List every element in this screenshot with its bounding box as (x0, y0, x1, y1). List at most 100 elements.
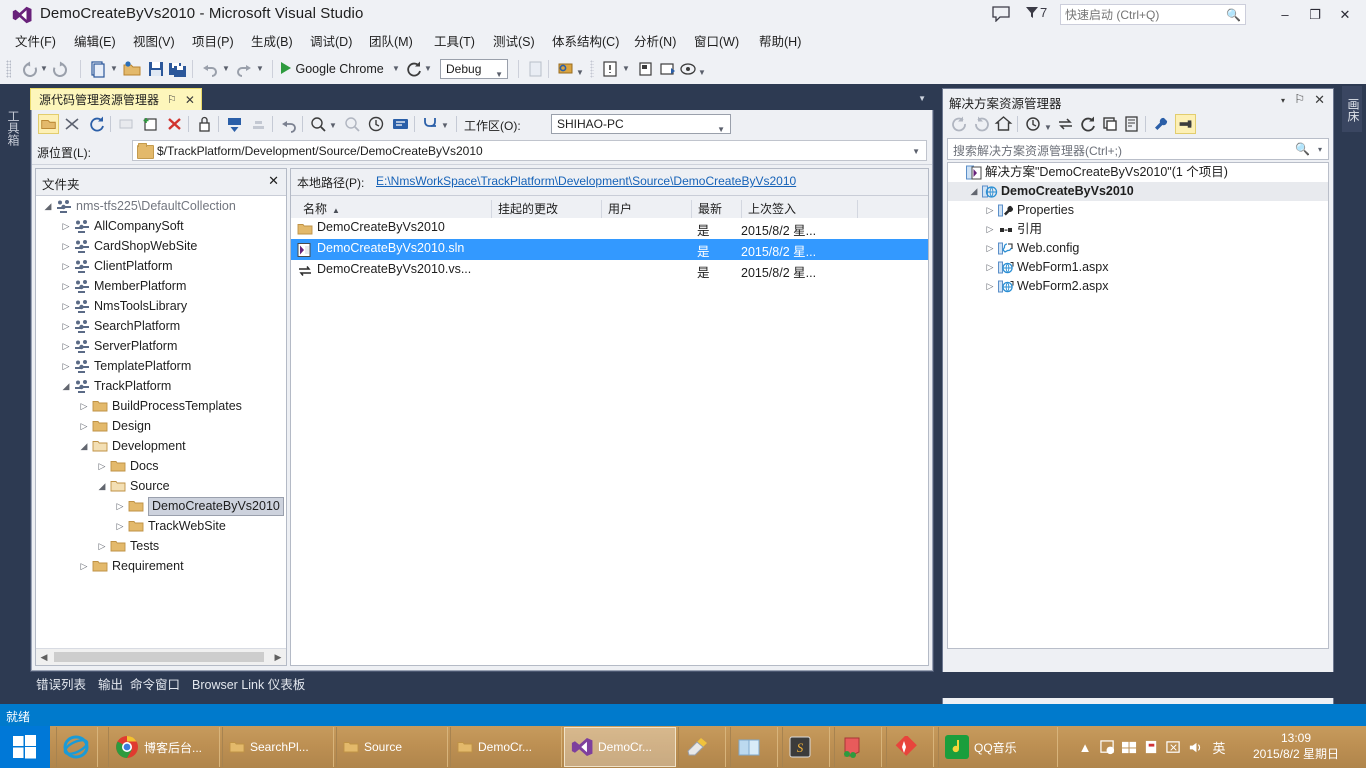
taskbar-item-3[interactable]: Source (336, 727, 448, 767)
preview-selected-items-icon[interactable] (1175, 114, 1196, 134)
expander-icon[interactable]: ▷ (984, 220, 996, 239)
lock-icon[interactable] (194, 114, 215, 134)
notification-indicator[interactable]: 7 (1026, 5, 1047, 20)
menu-item-5[interactable]: 调试(D) (303, 32, 359, 52)
get-latest-icon[interactable] (224, 114, 245, 134)
expander-icon[interactable]: ▷ (78, 396, 90, 416)
table-row[interactable]: DemoCreateByVs2010.vs... 是 2015/8/2 星... (291, 260, 928, 281)
bottom-tab-3[interactable]: Browser Link 仪表板 (186, 675, 311, 695)
expander-icon[interactable]: ▷ (60, 276, 72, 296)
tree-node[interactable]: ◢ Source (36, 476, 286, 496)
quick-launch-box[interactable]: 🔍 (1060, 4, 1246, 25)
tree-node[interactable]: ▷ AllCompanySoft (36, 216, 286, 236)
menu-item-1[interactable]: 编辑(E) (67, 32, 123, 52)
save-icon[interactable] (146, 59, 166, 79)
solution-tree[interactable]: 解决方案"DemoCreateByVs2010"(1 个项目) ◢ DemoCrea… (947, 162, 1329, 649)
expander-icon[interactable]: ▷ (96, 456, 108, 476)
expander-icon[interactable]: ▷ (96, 536, 108, 556)
new-project-icon[interactable] (88, 59, 108, 79)
menu-item-7[interactable]: 工具(T) (427, 32, 482, 52)
show-hidden-icons-chevron-icon[interactable]: ▲ (1074, 726, 1096, 768)
add-items-icon[interactable] (140, 114, 161, 134)
expander-icon[interactable]: ▷ (60, 356, 72, 376)
expander-icon[interactable]: ◢ (968, 182, 980, 201)
menu-item-0[interactable]: 文件(F) (8, 32, 63, 52)
checkin-icon[interactable] (248, 114, 269, 134)
chevron-down-icon[interactable]: ▼ (256, 64, 264, 73)
refresh-icon[interactable] (1077, 114, 1098, 134)
properties-window-icon[interactable] (600, 59, 620, 79)
chevron-down-icon[interactable]: ▼ (576, 68, 584, 77)
solution-tree-node[interactable]: ▷ Properties (948, 201, 1328, 220)
properties-icon[interactable] (1151, 114, 1172, 134)
bluetooth-icon[interactable] (1162, 726, 1184, 768)
close-icon[interactable]: ✕ (268, 173, 279, 189)
canvas-dock-tab[interactable]: 画床 (1342, 86, 1362, 132)
chevron-down-icon[interactable]: ▾ (1281, 96, 1285, 105)
solution-tree-node[interactable]: ▷ 引用 (948, 220, 1328, 239)
close-icon[interactable]: ✕ (185, 93, 195, 107)
tree-node[interactable]: ▷ Requirement (36, 556, 286, 576)
menu-item-6[interactable]: 团队(M) (362, 32, 420, 52)
scroll-right-arrow-icon[interactable]: ▶ (270, 650, 286, 664)
solution-tree-node[interactable]: ▷ Web.config (948, 239, 1328, 258)
tree-node[interactable]: ▷ SearchPlatform (36, 316, 286, 336)
tree-node[interactable]: ▷ TemplatePlatform (36, 356, 286, 376)
expander-icon[interactable]: ▷ (984, 258, 996, 277)
save-all-icon[interactable] (168, 59, 188, 79)
tree-node[interactable]: ◢ TrackPlatform (36, 376, 286, 396)
local-path-link[interactable]: E:\NmsWorkSpace\TrackPlatform\Developmen… (376, 174, 796, 188)
table-row[interactable]: DemoCreateByVs2010.sln 是 2015/8/2 星... (291, 239, 928, 260)
menu-item-3[interactable]: 项目(P) (185, 32, 241, 52)
tree-node[interactable]: ▷ DemoCreateByVs2010 (36, 496, 286, 516)
toolbox-dock-tab[interactable]: 工具箱 (4, 92, 22, 161)
tree-node[interactable]: ▷ NmsToolsLibrary (36, 296, 286, 316)
minimize-button[interactable]: – (1272, 4, 1298, 26)
feedback-balloon-icon[interactable] (992, 6, 1010, 22)
expander-icon[interactable]: ▷ (60, 216, 72, 236)
back-icon[interactable] (949, 114, 970, 134)
table-row[interactable]: DemoCreateByVs2010 是 2015/8/2 星... (291, 218, 928, 239)
menu-item-10[interactable]: 分析(N) (627, 32, 683, 52)
expander-icon[interactable]: ▷ (60, 256, 72, 276)
menu-item-2[interactable]: 视图(V) (126, 32, 182, 52)
expander-icon[interactable]: ▷ (114, 496, 126, 516)
chevron-down-icon[interactable]: ▼ (40, 64, 48, 73)
column-header-1[interactable]: 挂起的更改 (491, 200, 558, 218)
tree-node[interactable]: ▷ BuildProcessTemplates (36, 396, 286, 416)
pending-changes-icon[interactable] (1023, 114, 1044, 134)
chevron-down-icon[interactable]: ▼ (918, 94, 926, 103)
solution-tree-node[interactable]: ◢ DemoCreateByVs2010 (948, 182, 1328, 201)
collapse-all-icon[interactable] (1099, 114, 1120, 134)
home-icon[interactable] (993, 114, 1014, 134)
action-center-icon[interactable] (1096, 726, 1118, 768)
taskbar-item-5[interactable]: DemoCr... (564, 727, 676, 767)
bottom-tab-2[interactable]: 命令窗口 (124, 675, 186, 695)
tree-node[interactable]: ▷ CardShopWebSite (36, 236, 286, 256)
column-header-0[interactable]: 名称 ▲ (297, 200, 340, 218)
ime-indicator[interactable]: 英 (1206, 726, 1232, 768)
taskbar-item-10[interactable] (886, 727, 934, 767)
chevron-down-icon[interactable]: ▼ (622, 64, 630, 73)
menu-item-4[interactable]: 生成(B) (244, 32, 300, 52)
solution-tree-node[interactable]: ▷ WebForm2.aspx (948, 277, 1328, 296)
branch-view-icon[interactable] (390, 114, 411, 134)
tree-node[interactable]: ◢ nms-tfs225\DefaultCollection (36, 196, 286, 216)
solution-configuration-combo[interactable]: Debug ▼ (440, 59, 508, 79)
expander-icon[interactable]: ▷ (114, 516, 126, 536)
undo-pending-changes-icon[interactable] (62, 114, 83, 134)
expander-icon[interactable]: ▷ (60, 316, 72, 336)
expander-icon[interactable]: ◢ (96, 476, 108, 496)
scroll-left-arrow-icon[interactable]: ◀ (36, 650, 52, 664)
network-icon[interactable] (1118, 726, 1140, 768)
menu-item-8[interactable]: 测试(S) (486, 32, 542, 52)
column-header-4[interactable]: 上次签入 (741, 200, 796, 218)
show-all-files-icon[interactable] (1121, 114, 1142, 134)
rename-icon[interactable] (116, 114, 137, 134)
workspace-combo[interactable]: SHIHAO-PC ▼ (551, 114, 731, 134)
tree-node[interactable]: ▷ TrackWebSite (36, 516, 286, 536)
security-icon[interactable] (1140, 726, 1162, 768)
taskbar-item-9[interactable] (834, 727, 882, 767)
taskbar-item-1[interactable]: 博客后台... (108, 727, 220, 767)
undo-icon[interactable] (278, 114, 299, 134)
